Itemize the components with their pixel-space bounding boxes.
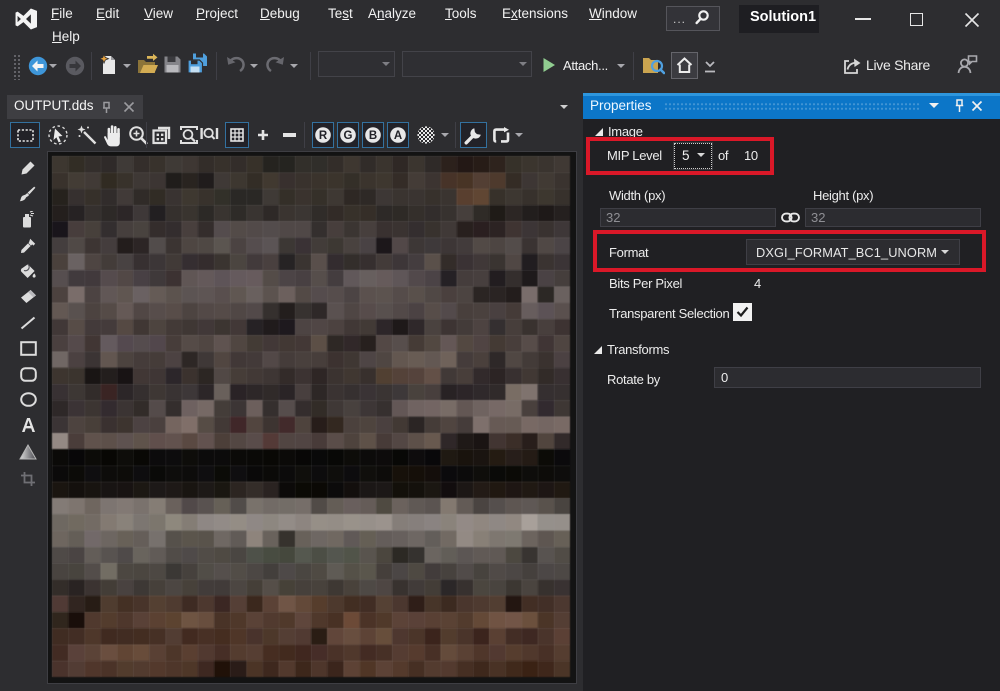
svg-text:G: G <box>344 130 353 142</box>
svg-text:B: B <box>369 130 377 142</box>
svg-text:R: R <box>319 130 328 142</box>
svg-text:A: A <box>394 130 402 142</box>
